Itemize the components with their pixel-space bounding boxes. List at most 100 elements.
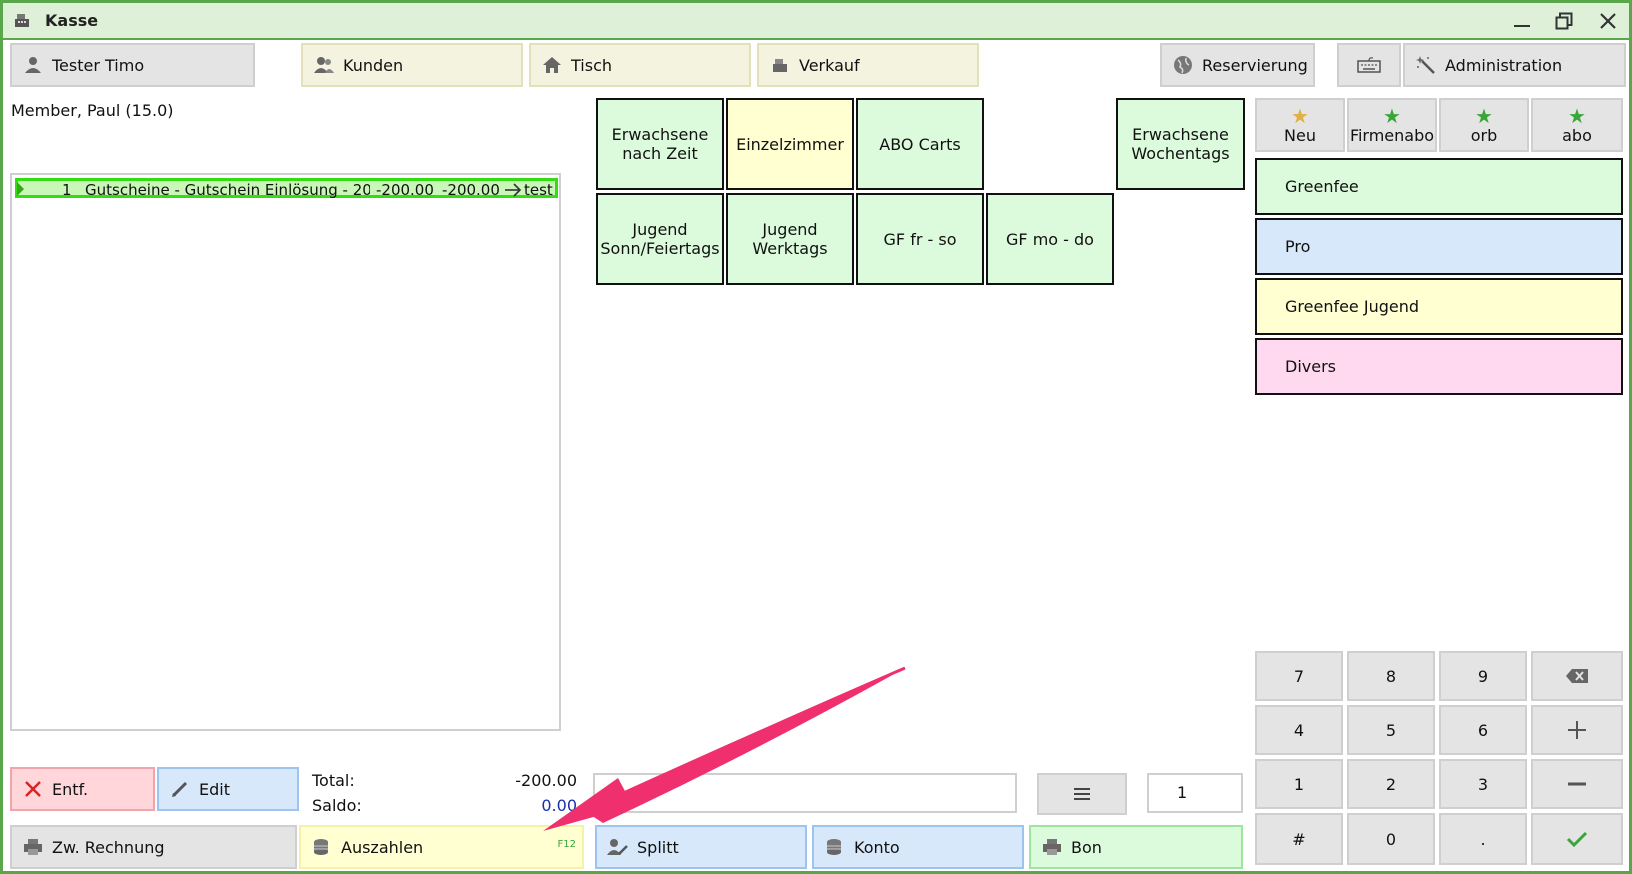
edit-button[interactable]: Edit (157, 767, 299, 811)
verkauf-button[interactable]: Verkauf (757, 43, 979, 87)
tisch-label: Tisch (571, 55, 612, 75)
product-tile[interactable]: Erwachsene nach Zeit (596, 98, 724, 190)
pencil-icon (169, 779, 191, 799)
product-tile[interactable]: Erwachsene Wochentags (1116, 98, 1245, 190)
quantity-input[interactable]: 1 (1147, 773, 1243, 813)
minus-button[interactable] (1531, 759, 1623, 809)
product-tile[interactable]: ABO Carts (856, 98, 984, 190)
table-row[interactable]: 1 Gutscheine - Gutschein Einlösung - 20.… (15, 178, 558, 199)
close-button[interactable] (1593, 7, 1623, 35)
magic-wand-icon (1415, 55, 1437, 75)
window-title: Kasse (45, 11, 99, 30)
kunden-button[interactable]: Kunden (301, 43, 523, 87)
interim-invoice-button[interactable]: Zw. Rechnung (10, 825, 297, 869)
keypad-3[interactable]: 3 (1439, 759, 1527, 809)
receipt-button[interactable]: Bon (1029, 825, 1243, 869)
home-icon (541, 55, 563, 75)
row-marker-icon (17, 182, 24, 196)
keypad-hash[interactable]: # (1255, 813, 1343, 865)
user-label: Tester Timo (52, 55, 145, 75)
favorite-abo[interactable]: ★ abo (1531, 98, 1623, 152)
favorite-orb[interactable]: ★ orb (1439, 98, 1529, 152)
backspace-button[interactable] (1531, 651, 1623, 701)
favorite-label: abo (1562, 125, 1592, 145)
keypad-5[interactable]: 5 (1347, 705, 1435, 755)
kasse-window: Kasse Tester Timo Kunden Tisch Verkauf R… (0, 0, 1632, 874)
keypad-6[interactable]: 6 (1439, 705, 1527, 755)
row-qty: 1 (62, 181, 72, 199)
product-tile[interactable]: Jugend Werktags (726, 193, 854, 285)
saldo-label: Saldo: (312, 796, 362, 815)
customer-name: Member, Paul (15.0) (11, 101, 174, 120)
favorite-neu[interactable]: ★ Neu (1255, 98, 1345, 152)
product-tile[interactable]: GF fr - so (856, 193, 984, 285)
tisch-button[interactable]: Tisch (529, 43, 751, 87)
administration-button[interactable]: Administration (1403, 43, 1626, 87)
user-icon (22, 55, 44, 75)
reservierung-button[interactable]: Reservierung (1160, 43, 1315, 87)
split-label: Splitt (637, 837, 679, 857)
keypad-8[interactable]: 8 (1347, 651, 1435, 701)
total-label: Total: (312, 771, 355, 790)
coins-icon (311, 837, 333, 857)
confirm-button[interactable] (1531, 813, 1623, 865)
minimize-icon (1514, 25, 1530, 27)
printer-icon (22, 837, 44, 857)
delete-x-icon (22, 779, 44, 799)
plus-button[interactable] (1531, 705, 1623, 755)
keypad-4[interactable]: 4 (1255, 705, 1343, 755)
star-icon: ★ (1475, 103, 1493, 128)
minimize-button[interactable] (1507, 7, 1537, 35)
checkmark-icon (1566, 831, 1588, 848)
account-label: Konto (854, 837, 900, 857)
plus-icon (1568, 721, 1586, 739)
verkauf-label: Verkauf (799, 55, 860, 75)
keypad-0[interactable]: 0 (1347, 813, 1435, 865)
keyboard-button[interactable] (1337, 43, 1401, 87)
row-description: Gutscheine - Gutschein Einlösung - 20... (85, 181, 370, 199)
keypad-1[interactable]: 1 (1255, 759, 1343, 809)
favorite-label: Firmenabo (1349, 125, 1435, 145)
remove-label: Entf. (52, 779, 89, 799)
row-price: -200.00 (376, 181, 434, 199)
backspace-icon (1566, 669, 1588, 683)
customers-icon (313, 55, 335, 75)
favorite-firmenabo[interactable]: ★ Firmenabo (1347, 98, 1437, 152)
product-tile[interactable]: Einzelzimmer (726, 98, 854, 190)
title-bar[interactable]: Kasse (3, 3, 1629, 40)
category-divers[interactable]: Divers (1255, 338, 1623, 395)
keypad-9[interactable]: 9 (1439, 651, 1527, 701)
restore-icon (1555, 12, 1573, 30)
keypad-dot[interactable]: . (1439, 813, 1527, 865)
category-greenfee-jugend[interactable]: Greenfee Jugend (1255, 278, 1623, 335)
row-target: test (524, 181, 553, 199)
star-icon: ★ (1568, 103, 1586, 128)
row-total: -200.00 (442, 181, 500, 199)
product-tile[interactable]: GF mo - do (986, 193, 1114, 285)
user-button[interactable]: Tester Timo (10, 43, 255, 87)
cash-register-icon (769, 55, 791, 75)
user-edit-icon (607, 837, 629, 857)
receipt-label: Bon (1071, 837, 1102, 857)
restore-button[interactable] (1549, 7, 1579, 35)
keypad-7[interactable]: 7 (1255, 651, 1343, 701)
keypad-2[interactable]: 2 (1347, 759, 1435, 809)
star-icon: ★ (1291, 103, 1309, 128)
order-list[interactable]: 1 Gutscheine - Gutschein Einlösung - 20.… (10, 173, 561, 731)
category-greenfee[interactable]: Greenfee (1255, 158, 1623, 215)
product-tile[interactable]: Jugend Sonn/Feiertags (596, 193, 724, 285)
coins-icon (824, 837, 846, 857)
pay-label: Auszahlen (341, 837, 424, 857)
star-icon: ★ (1383, 103, 1401, 128)
favorite-label: orb (1470, 125, 1498, 145)
menu-button[interactable] (1037, 773, 1127, 815)
arrow-right-icon (505, 183, 522, 197)
edit-label: Edit (199, 779, 230, 799)
kunden-label: Kunden (343, 55, 404, 75)
annotation-arrow-icon (543, 666, 906, 831)
interim-invoice-label: Zw. Rechnung (52, 837, 165, 857)
pay-shortcut: F12 (557, 839, 576, 850)
globe-icon (1172, 55, 1194, 75)
remove-button[interactable]: Entf. (10, 767, 155, 811)
category-pro[interactable]: Pro (1255, 218, 1623, 275)
